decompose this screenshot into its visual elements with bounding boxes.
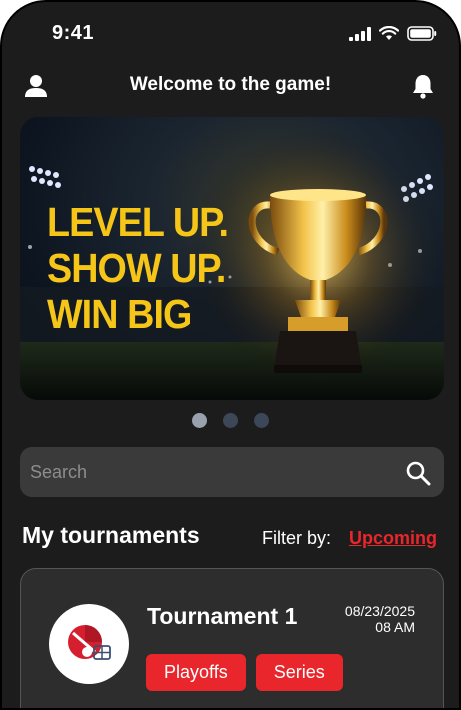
wifi-icon <box>379 26 399 40</box>
banner-line: LEVEL UP. <box>47 199 229 245</box>
carousel-dot[interactable] <box>192 413 207 428</box>
battery-icon <box>407 26 437 41</box>
filter-label: Filter by: <box>262 528 332 548</box>
tag-series[interactable]: Series <box>255 654 343 691</box>
tournament-date: 08/23/2025 <box>344 603 415 619</box>
app-header: Welcome to the game! <box>2 66 459 110</box>
cellular-signal-icon <box>349 26 371 41</box>
filter-dropdown[interactable]: Upcoming <box>349 528 437 549</box>
tournament-tags: Playoffs Series <box>146 654 343 691</box>
tournament-logo <box>49 604 129 684</box>
tournament-datetime: 08/23/2025 08 AM <box>345 603 415 635</box>
carousel-dot[interactable] <box>223 413 238 428</box>
search-input[interactable] <box>30 447 390 497</box>
stadium-light-left <box>29 166 61 188</box>
status-bar: 9:41 <box>2 2 459 66</box>
section-title: My tournaments <box>22 522 200 548</box>
status-icons <box>349 26 437 41</box>
tournament-time: 08 AM <box>375 619 415 635</box>
promo-banner[interactable]: LEVEL UP. SHOW UP. WIN BIG <box>20 117 444 400</box>
search-bar <box>20 447 444 497</box>
tournament-logo-icon <box>68 625 111 660</box>
tag-playoffs[interactable]: Playoffs <box>146 654 246 691</box>
carousel-dot[interactable] <box>254 413 269 428</box>
search-icon[interactable] <box>405 460 431 486</box>
notification-bell-icon[interactable] <box>409 72 437 100</box>
page-title: Welcome to the game! <box>129 74 332 95</box>
banner-line: WIN BIG <box>47 291 192 337</box>
status-time: 9:41 <box>52 22 95 44</box>
banner-line: SHOW UP. <box>47 245 226 291</box>
carousel-indicator <box>2 413 459 428</box>
banner-headline: LEVEL UP. SHOW UP. WIN BIG <box>47 199 229 337</box>
phone-screen: 9:41 Welcome to the game! LEVEL UP. SHOW… <box>0 0 461 710</box>
tournament-name: Tournament 1 <box>147 603 298 629</box>
tournament-card[interactable]: Tournament 1 08/23/2025 08 AM Playoffs S… <box>20 568 444 708</box>
